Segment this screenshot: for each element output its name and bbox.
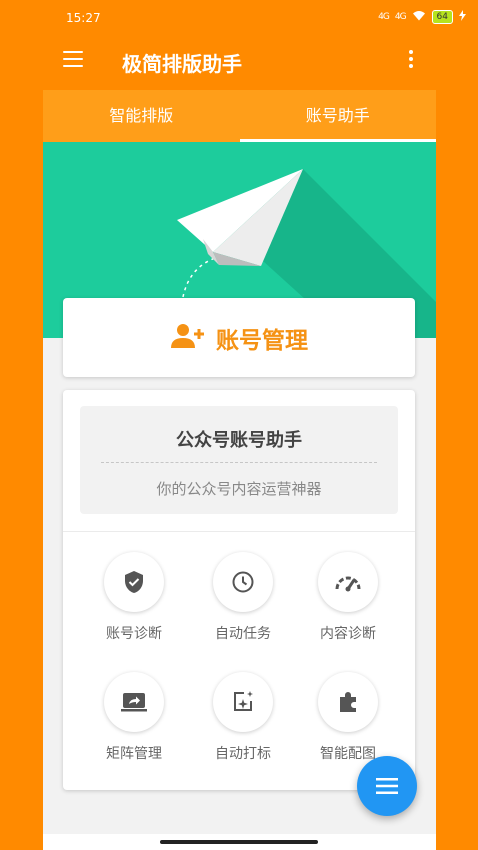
shield-check-icon [125,571,143,593]
circle-button[interactable] [318,552,378,612]
app-bar: 极简排版助手 [0,36,478,86]
grid-label: 自动打标 [215,746,271,762]
puzzle-icon [340,692,356,712]
circle-button[interactable] [104,552,164,612]
grid-label: 自动任务 [215,626,271,642]
tools-card: 公众号账号助手 你的公众号内容运营神器 账号诊断 自动任务 内容诊断 矩阵管理 … [63,390,415,790]
grid-label: 账号诊断 [106,626,162,642]
info-box: 公众号账号助手 你的公众号内容运营神器 [80,406,398,514]
circle-button[interactable] [213,672,273,732]
circle-button[interactable] [213,552,273,612]
add-user-icon [170,323,204,353]
app-title: 极简排版助手 [122,52,242,76]
cell-signal-icon: 4G [394,12,407,22]
battery-icon: 64 [431,10,453,24]
wifi-icon [412,10,426,24]
info-subtitle: 你的公众号内容运营神器 [156,480,322,498]
main-content: 账号管理 公众号账号助手 你的公众号内容运营神器 账号诊断 自动任务 内容诊断 … [43,142,436,850]
circle-button[interactable] [318,672,378,732]
info-title: 公众号账号助手 [176,430,302,451]
grid-label: 矩阵管理 [106,746,162,762]
tab-bar: 智能排版 账号助手 [43,90,436,142]
divider [63,531,415,532]
share-screen-icon [121,693,147,712]
account-management-title: 账号管理 [216,327,308,354]
cell-signal-icon: 4G [378,12,390,22]
home-indicator[interactable] [160,840,318,844]
hamburger-menu-icon[interactable] [63,51,83,67]
fab-menu-button[interactable] [357,756,417,816]
status-time: 15:27 [66,11,101,25]
clock-icon [232,571,254,593]
more-options-icon[interactable] [404,50,418,72]
grid-item-auto-tagging[interactable]: 自动打标 [198,672,288,763]
grid-item-account-diagnosis[interactable]: 账号诊断 [89,552,179,643]
grid-label: 内容诊断 [320,626,376,642]
auto-tag-icon [234,691,253,711]
grid-item-smart-image[interactable]: 智能配图 [303,672,393,763]
grid-item-matrix-management[interactable]: 矩阵管理 [89,672,179,763]
status-icons: 4G 4G 64 [378,10,466,24]
tab-smart-layout[interactable]: 智能排版 [43,90,240,142]
grid-item-content-diagnosis[interactable]: 内容诊断 [303,552,393,643]
dashed-divider [101,462,377,463]
gauge-icon [335,576,361,592]
account-management-card[interactable]: 账号管理 [63,298,415,377]
status-bar: 15:27 4G 4G 64 [0,0,478,36]
circle-button[interactable] [104,672,164,732]
grid-item-auto-task[interactable]: 自动任务 [198,552,288,643]
charging-icon [459,10,466,24]
list-menu-icon [376,778,398,794]
tab-account-assistant[interactable]: 账号助手 [239,90,437,142]
